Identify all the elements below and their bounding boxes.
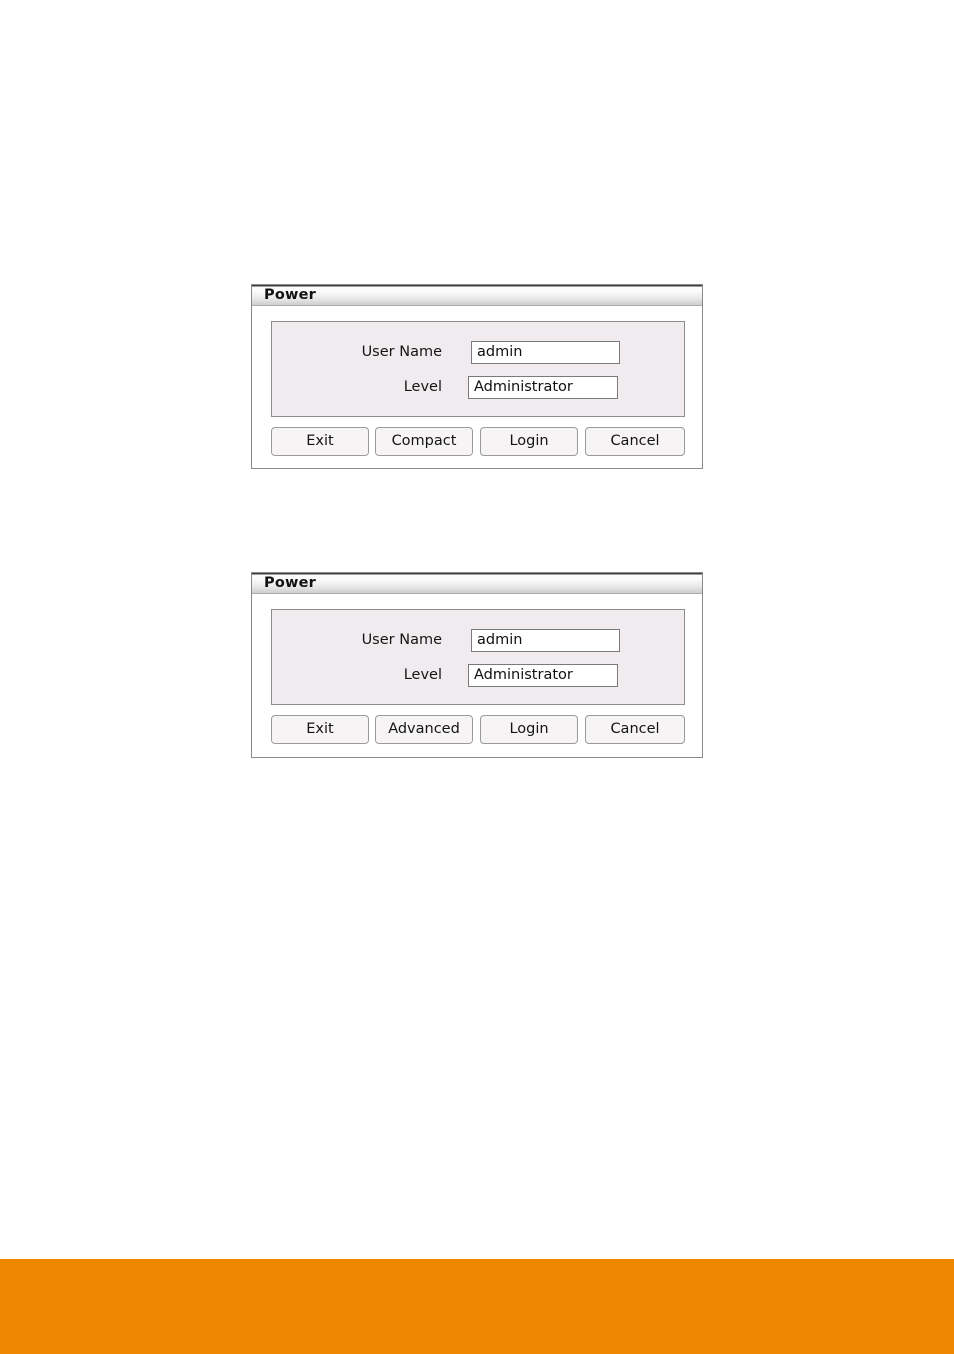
power-login-dialog-compact: Power User Name admin Level Administrato… — [251, 284, 703, 469]
level-label: Level — [403, 667, 442, 683]
cancel-button[interactable]: Cancel — [585, 715, 685, 744]
footer-color-band — [0, 1259, 954, 1354]
form-row-username: User Name admin — [272, 341, 684, 364]
login-form-panel: User Name admin Level Administrator — [271, 321, 685, 417]
level-input[interactable]: Administrator — [468, 664, 618, 687]
dialog-titlebar: Power — [252, 285, 702, 306]
login-form-panel: User Name admin Level Administrator — [271, 609, 685, 705]
level-input[interactable]: Administrator — [468, 376, 618, 399]
advanced-button[interactable]: Advanced — [375, 715, 473, 744]
power-login-dialog-advanced: Power User Name admin Level Administrato… — [251, 572, 703, 758]
login-button[interactable]: Login — [480, 715, 578, 744]
cancel-button[interactable]: Cancel — [585, 427, 685, 456]
dialog-titlebar: Power — [252, 573, 702, 594]
user-name-label: User Name — [361, 344, 442, 360]
dialog-title: Power — [264, 287, 316, 303]
exit-button[interactable]: Exit — [271, 427, 369, 456]
user-name-label: User Name — [361, 632, 442, 648]
user-name-input[interactable]: admin — [471, 629, 620, 652]
dialog-button-row: Exit Advanced Login Cancel — [271, 715, 685, 744]
user-name-input[interactable]: admin — [471, 341, 620, 364]
form-row-level: Level Administrator — [272, 664, 684, 687]
form-row-username: User Name admin — [272, 629, 684, 652]
compact-button[interactable]: Compact — [375, 427, 473, 456]
form-row-level: Level Administrator — [272, 376, 684, 399]
exit-button[interactable]: Exit — [271, 715, 369, 744]
dialog-button-row: Exit Compact Login Cancel — [271, 427, 685, 456]
dialog-title: Power — [264, 575, 316, 591]
login-button[interactable]: Login — [480, 427, 578, 456]
level-label: Level — [403, 379, 442, 395]
